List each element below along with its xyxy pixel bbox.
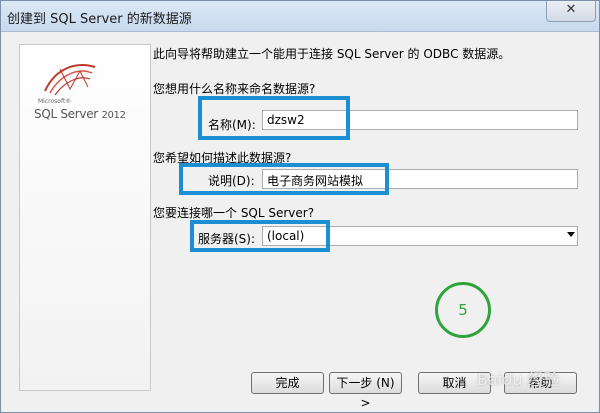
dialog-body: Microsoft® SQL Server 2012 此向导将帮助建立一个能用于…: [7, 32, 594, 410]
chevron-down-icon[interactable]: [567, 232, 575, 237]
finish-button[interactable]: 完成: [251, 372, 324, 394]
product-label: SQL Server: [34, 107, 98, 121]
watermark: Baidu 经验: [477, 370, 560, 389]
intro-text: 此向导将帮助建立一个能用于连接 SQL Server 的 ODBC 数据源。: [153, 47, 511, 61]
server-highlight-box: [190, 220, 330, 252]
microsoft-text: Microsoft®: [38, 98, 72, 105]
dialog-window: 创建到 SQL Server 的新数据源 ✕ Microsoft® SQL Se…: [0, 0, 600, 413]
sql-server-logo-icon: [44, 64, 96, 96]
server-question: 您要连接哪一个 SQL Server?: [153, 206, 315, 220]
product-name: SQL Server 2012: [34, 107, 126, 121]
title-bar: 创建到 SQL Server 的新数据源 ✕: [1, 1, 599, 32]
window-title: 创建到 SQL Server 的新数据源: [7, 12, 192, 27]
product-year: 2012: [101, 110, 126, 121]
step-number-marker: 5: [435, 282, 491, 338]
name-highlight-box: [198, 96, 350, 140]
name-question: 您想用什么名称来命名数据源?: [153, 82, 316, 96]
sql-server-logo-panel: Microsoft® SQL Server 2012: [19, 44, 151, 391]
description-highlight-box: [179, 163, 389, 195]
close-button[interactable]: ✕: [546, 1, 596, 22]
next-button[interactable]: 下一步 (N) >: [329, 372, 402, 410]
